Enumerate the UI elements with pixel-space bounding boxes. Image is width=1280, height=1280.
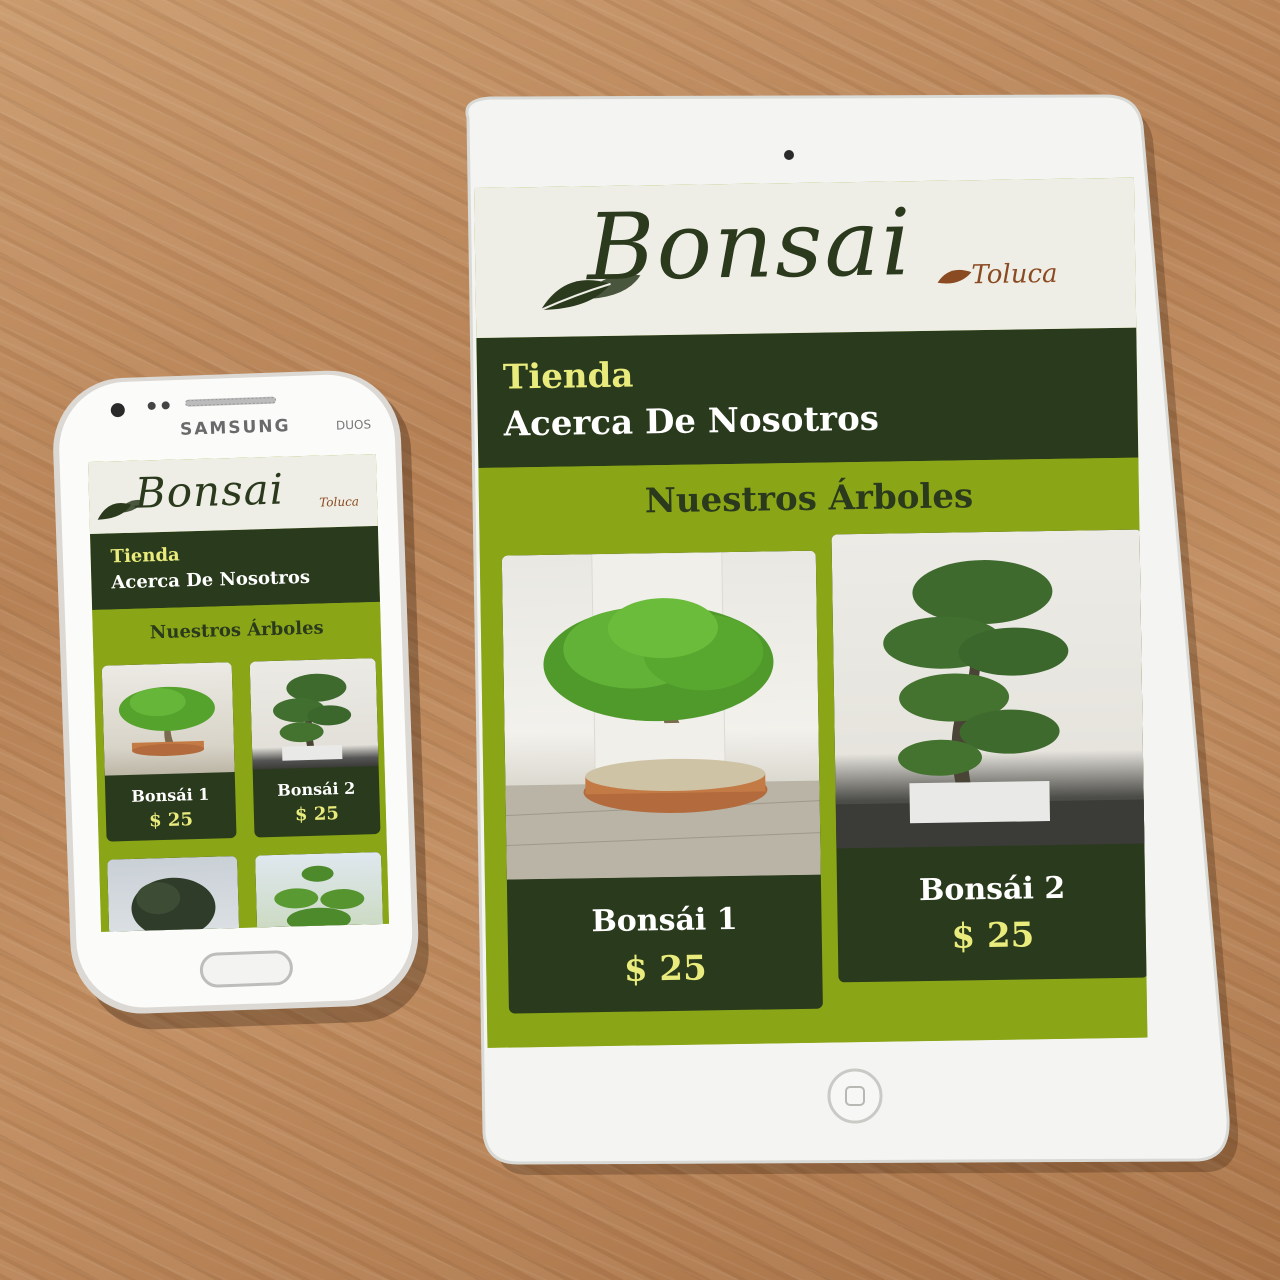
products-section: Nuestros Árboles Bonsái 1 $ 25 Bonsái 2 …	[92, 601, 390, 932]
bonsai-2-photo[interactable]	[249, 658, 379, 770]
product-card[interactable]: Bonsái 1 $ 25	[101, 662, 237, 842]
phone-screen: Bonsai Toluca Tienda Acerca De Nosotros …	[88, 453, 390, 932]
product-card[interactable]: Bonsái 1 $ 25	[501, 550, 823, 1014]
product-price: $ 25	[623, 948, 708, 990]
site-nav: Tienda Acerca De Nosotros	[476, 327, 1139, 468]
section-title: Nuestros Árboles	[149, 617, 324, 644]
phone-model-label: DUOS	[335, 417, 372, 433]
section-title: Nuestros Árboles	[644, 476, 974, 522]
product-card[interactable]: Bonsái 2 $ 25	[249, 658, 381, 838]
site-header: Bonsai Toluca	[88, 453, 378, 534]
product-card[interactable]: Bonsái 2 $ 25	[831, 529, 1148, 983]
product-card[interactable]	[107, 855, 240, 932]
product-name: Bonsái 2	[918, 870, 1066, 909]
product-price: $ 25	[148, 809, 194, 832]
product-name: Bonsái 1	[131, 784, 210, 806]
product-price: $ 25	[951, 915, 1035, 957]
bonsai-2-photo[interactable]	[831, 529, 1147, 849]
logo-text[interactable]: Bonsai	[586, 189, 913, 301]
bonsai-3-photo[interactable]	[107, 855, 240, 932]
product-price: $ 25	[294, 803, 340, 826]
site-nav: Tienda Acerca De Nosotros	[90, 525, 381, 610]
product-name: Bonsái 1	[591, 901, 738, 940]
product-name: Bonsái 2	[276, 778, 356, 800]
tablet-screen: Bonsai Toluca Tienda Acerca De Nosotros …	[474, 177, 1148, 1048]
product-card[interactable]	[255, 851, 384, 932]
site-header: Bonsai Toluca	[474, 177, 1137, 338]
phone-brand-label: SAMSUNG	[179, 416, 291, 440]
products-section: Nuestros Árboles Bonsái 1 $ 25 Bonsái 2 …	[478, 457, 1148, 1048]
logo-text[interactable]: Bonsai	[134, 465, 285, 518]
nav-acerca[interactable]: Acerca De Nosotros	[503, 390, 1138, 450]
logo-subtitle: Toluca	[971, 258, 1058, 291]
logo-subtitle: Toluca	[319, 494, 360, 510]
small-leaf-icon	[937, 269, 972, 284]
bonsai-4-photo[interactable]	[255, 851, 384, 932]
bonsai-1-photo[interactable]	[101, 662, 235, 776]
bonsai-1-photo[interactable]	[501, 550, 821, 880]
